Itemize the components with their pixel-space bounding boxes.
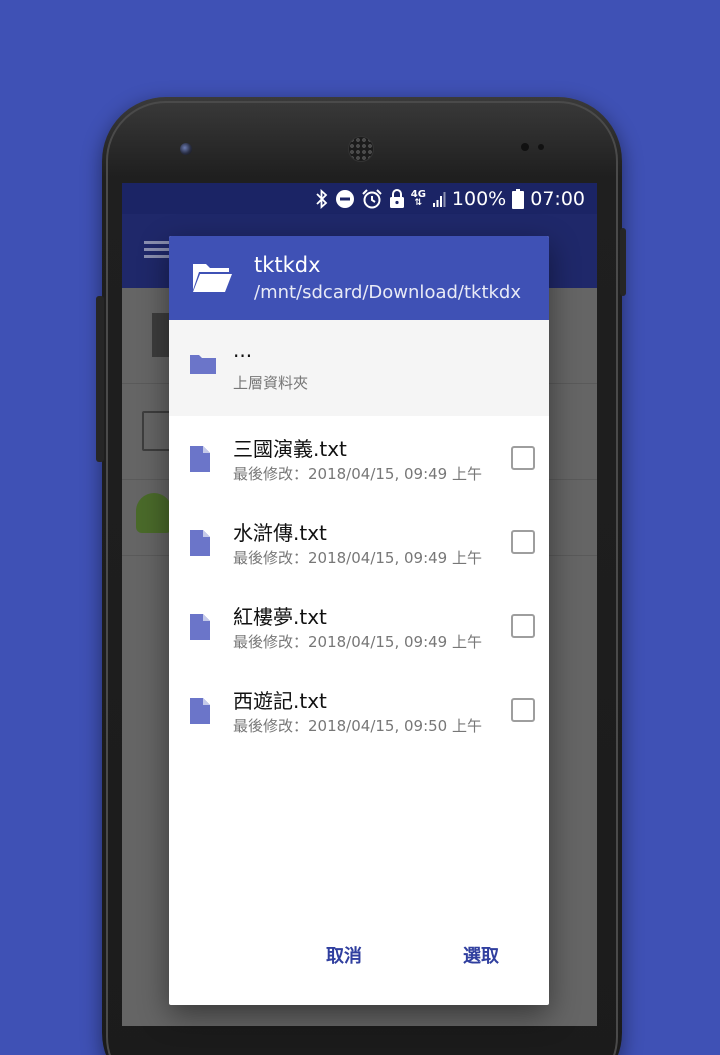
file-name: 西遊記.txt — [233, 689, 327, 713]
file-row[interactable]: 西遊記.txt 最後修改：2018/04/15, 09:50 上午 — [169, 668, 549, 752]
file-icon — [189, 445, 215, 472]
data-arrows-icon: ⇅ — [414, 197, 423, 208]
file-row[interactable]: 紅樓夢.txt 最後修改：2018/04/15, 09:49 上午 — [169, 584, 549, 668]
file-checkbox[interactable] — [511, 446, 535, 470]
menu-icon[interactable] — [144, 241, 170, 259]
file-checkbox[interactable] — [511, 614, 535, 638]
file-modified: 最後修改：2018/04/15, 09:49 上午 — [233, 633, 482, 651]
parent-folder-label: ... — [233, 338, 253, 362]
file-picker-dialog: tktkdx /mnt/sdcard/Download/tktkdx ... 上… — [169, 236, 549, 1005]
file-modified: 最後修改：2018/04/15, 09:50 上午 — [233, 717, 482, 735]
battery-percent: 100% — [451, 187, 507, 210]
file-modified: 最後修改：2018/04/15, 09:49 上午 — [233, 549, 482, 567]
file-icon — [189, 613, 215, 640]
file-name: 三國演義.txt — [233, 437, 347, 461]
dialog-header: tktkdx /mnt/sdcard/Download/tktkdx — [169, 236, 549, 320]
dialog-actions: 取消 選取 — [169, 921, 549, 1005]
status-time: 07:00 — [530, 187, 585, 210]
light-sensor — [538, 144, 544, 150]
file-name: 紅樓夢.txt — [233, 605, 327, 629]
phone-side-button-right — [620, 228, 626, 296]
dialog-title: tktkdx — [254, 253, 321, 277]
battery-icon — [512, 188, 525, 209]
file-row[interactable]: 水滸傳.txt 最後修改：2018/04/15, 09:49 上午 — [169, 500, 549, 584]
folder-open-icon — [191, 260, 233, 294]
file-icon — [189, 529, 215, 556]
earpiece-speaker — [348, 136, 374, 162]
bluetooth-icon — [315, 188, 329, 209]
background-folder-icon — [142, 411, 172, 451]
front-camera — [180, 143, 192, 155]
do-not-disturb-icon — [335, 189, 355, 209]
parent-folder-sublabel: 上層資料夾 — [233, 374, 309, 392]
file-checkbox[interactable] — [511, 530, 535, 554]
alarm-icon — [361, 188, 383, 210]
select-button[interactable]: 選取 — [449, 935, 513, 975]
signal-icon — [432, 190, 446, 208]
folder-icon — [189, 352, 216, 378]
parent-folder-row[interactable]: ... 上層資料夾 — [169, 320, 549, 416]
file-list: ... 上層資料夾 三國演義.txt 最後修改：2018/04/15, 09:4… — [169, 320, 549, 752]
background-android-icon — [136, 493, 172, 533]
phone-side-button-left — [96, 296, 104, 462]
file-checkbox[interactable] — [511, 698, 535, 722]
dialog-path: /mnt/sdcard/Download/tktkdx — [254, 282, 522, 303]
file-row[interactable]: 三國演義.txt 最後修改：2018/04/15, 09:49 上午 — [169, 416, 549, 500]
status-bar: 4G ⇅ 100% 07:00 — [122, 183, 597, 214]
cancel-button[interactable]: 取消 — [312, 935, 376, 975]
proximity-sensor — [521, 143, 529, 151]
network-type: 4G ⇅ — [411, 189, 426, 208]
file-icon — [189, 697, 215, 724]
file-modified: 最後修改：2018/04/15, 09:49 上午 — [233, 465, 482, 483]
file-name: 水滸傳.txt — [233, 521, 327, 545]
lock-icon — [389, 188, 405, 209]
